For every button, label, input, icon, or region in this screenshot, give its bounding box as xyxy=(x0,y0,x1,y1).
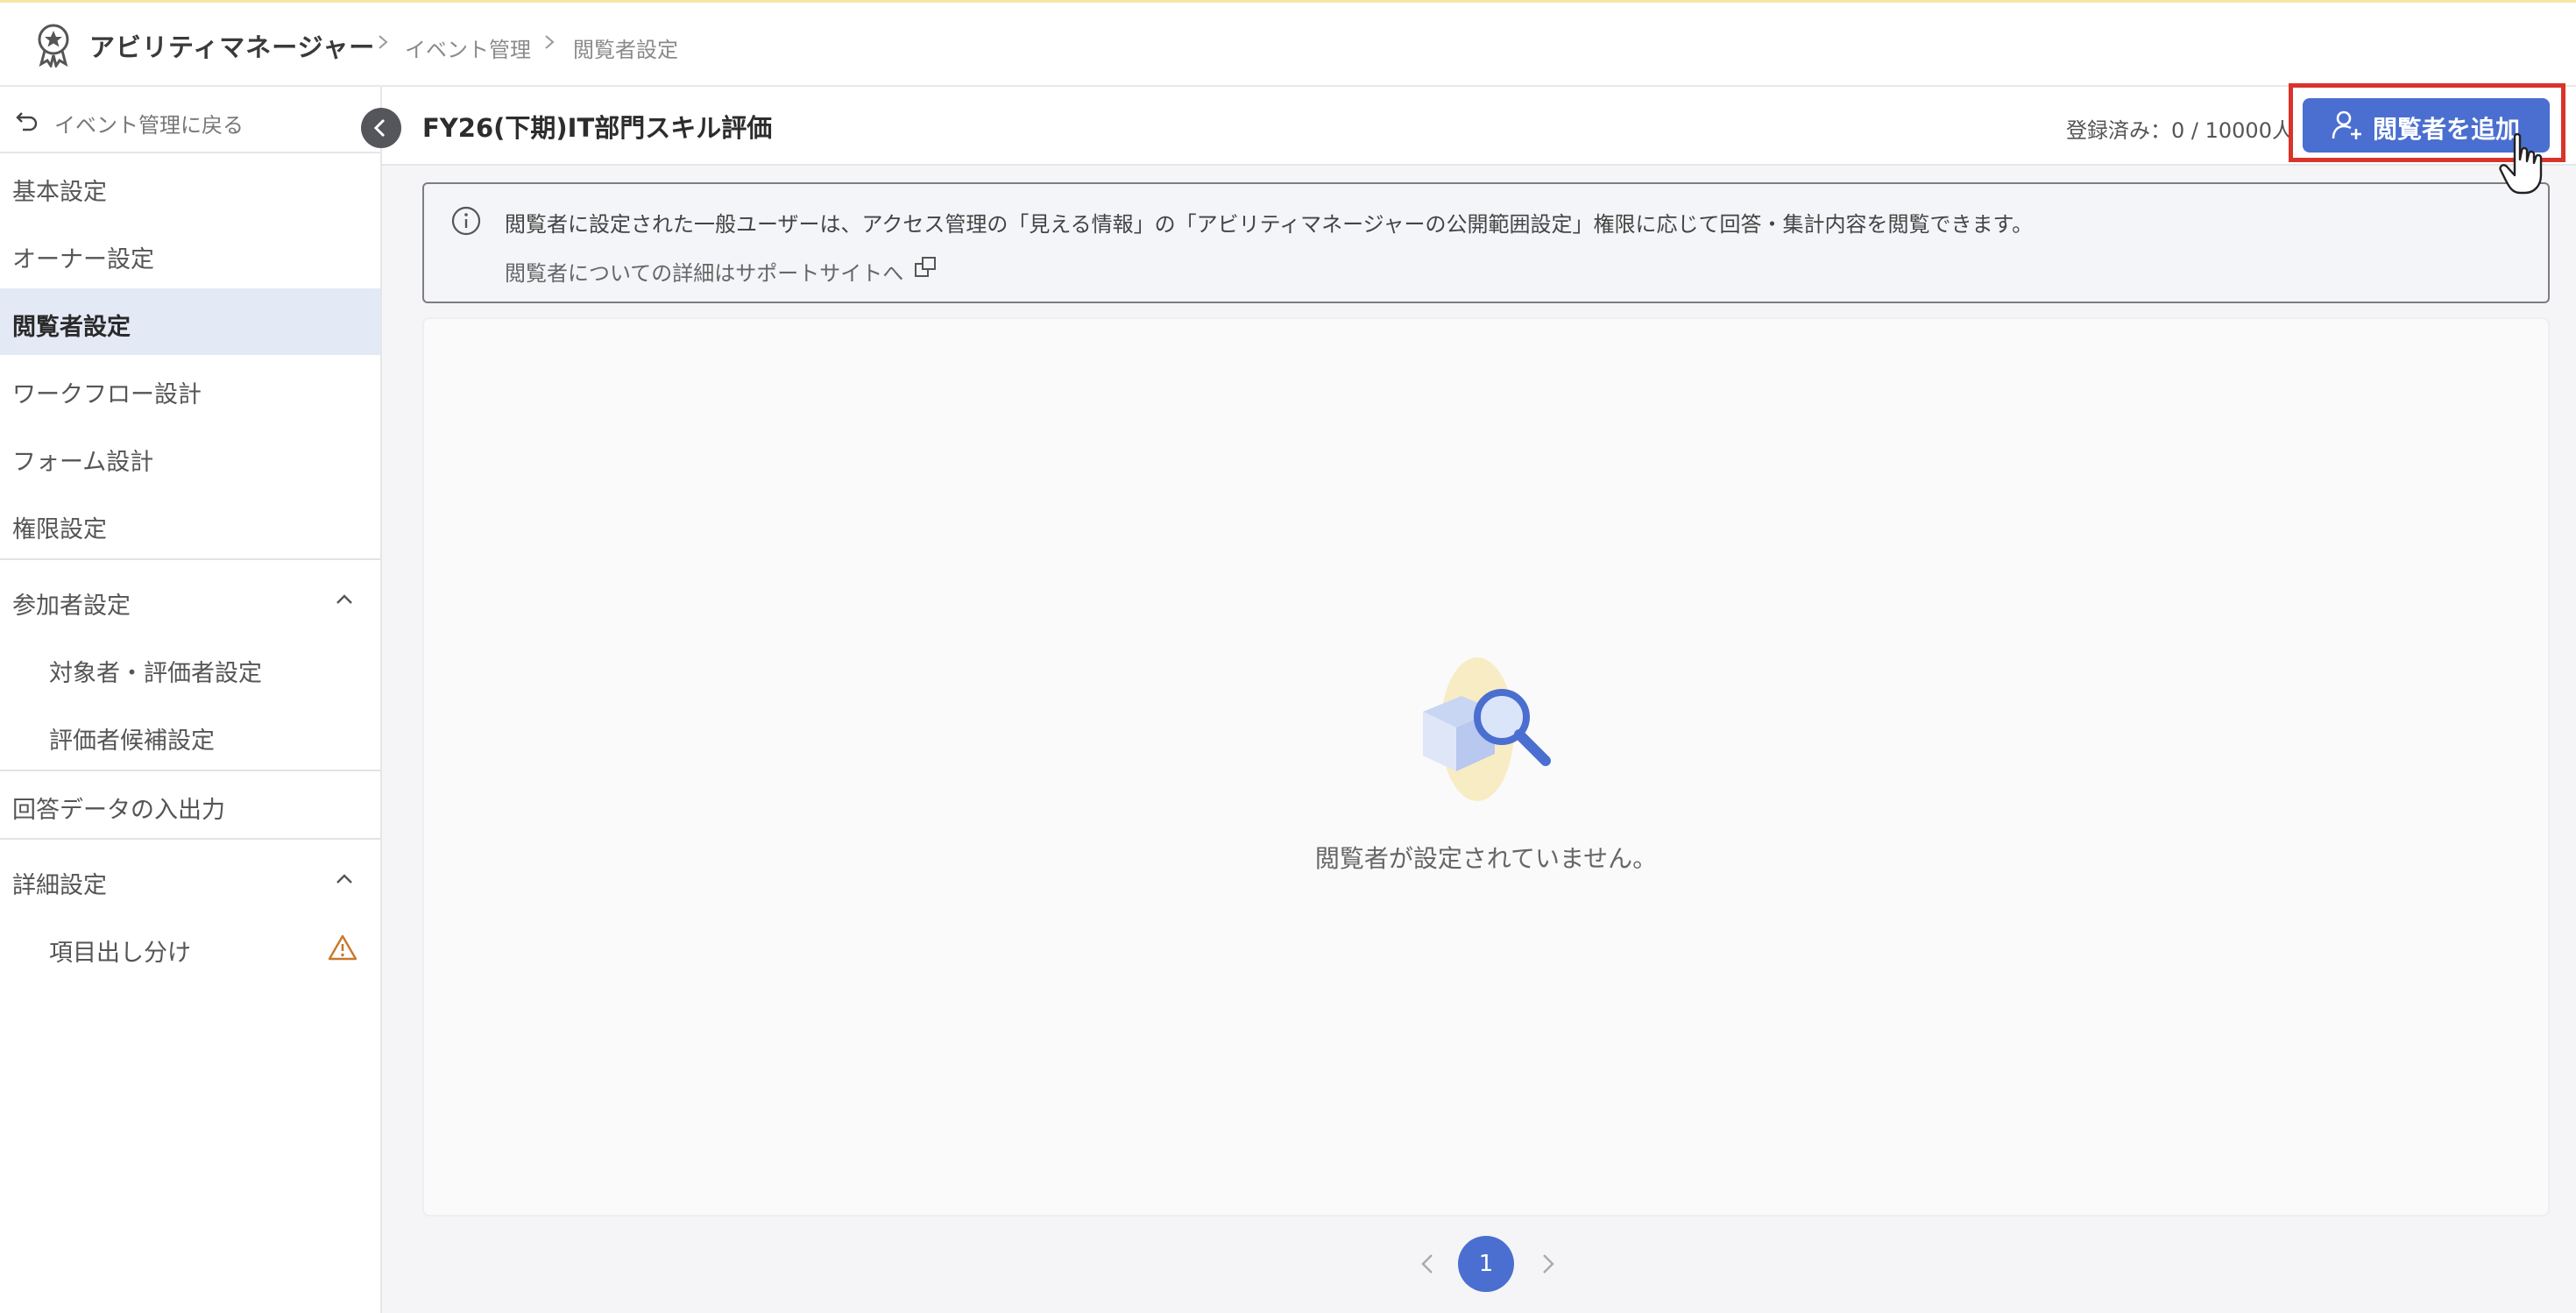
sidebar: イベント管理に戻る 基本設定 オーナー設定 閲覧者設定 ワークフロー設計 フォー… xyxy=(0,87,382,1313)
sidebar-item-form-design[interactable]: フォーム設計 xyxy=(0,423,380,490)
chevron-right-icon xyxy=(545,35,555,49)
sidebar-item-label: 権限設定 xyxy=(12,516,107,543)
sidebar-item-viewer-settings[interactable]: 閲覧者設定 xyxy=(0,288,380,355)
sidebar-item-data-import-export[interactable]: 回答データの入出力 xyxy=(0,771,380,838)
external-link-icon[interactable] xyxy=(913,254,939,280)
chevron-left-icon xyxy=(373,118,386,138)
sidebar-group-advanced-settings[interactable]: 詳細設定 xyxy=(0,847,380,913)
sidebar-item-workflow-design[interactable]: ワークフロー設計 xyxy=(0,356,380,422)
back-to-event-management[interactable]: イベント管理に戻る xyxy=(0,87,380,153)
app-name[interactable]: アビリティマネージャー xyxy=(89,27,375,64)
info-text: 閲覧者に設定された一般ユーザーは、アクセス管理の「見える情報」の「アビリティマネ… xyxy=(505,212,2034,237)
info-icon xyxy=(451,206,481,236)
sidebar-divider xyxy=(0,558,380,560)
sidebar-item-label: 回答データの入出力 xyxy=(12,797,225,824)
sidebar-item-label: 閲覧者設定 xyxy=(12,314,131,341)
sidebar-item-label: 項目出し分け xyxy=(49,940,191,967)
breadcrumb-event-management[interactable]: イベント管理 xyxy=(405,32,531,63)
empty-search-illustration xyxy=(1423,657,1551,801)
chevron-up-icon xyxy=(336,594,352,604)
sidebar-group-label: 詳細設定 xyxy=(12,872,107,899)
viewer-list-panel: 閲覧者が設定されていません。 xyxy=(422,317,2550,1217)
sidebar-item-label: 対象者・評価者設定 xyxy=(49,660,262,687)
award-badge-icon[interactable] xyxy=(33,22,74,67)
sidebar-group-participants[interactable]: 参加者設定 xyxy=(0,567,380,634)
pagination-prev-icon[interactable] xyxy=(1412,1248,1444,1280)
sidebar-group-label: 参加者設定 xyxy=(12,593,131,620)
global-header: アビリティマネージャー イベント管理 閲覧者設定 xyxy=(0,3,2576,87)
sidebar-item-label: 評価者候補設定 xyxy=(49,727,215,755)
sidebar-item-evaluator-candidate-settings[interactable]: 評価者候補設定 xyxy=(0,702,380,769)
sidebar-item-owner-settings[interactable]: オーナー設定 xyxy=(0,221,380,287)
warning-icon xyxy=(328,934,357,961)
sidebar-item-label: ワークフロー設計 xyxy=(12,381,202,408)
pagination-page-current[interactable]: 1 xyxy=(1458,1236,1514,1292)
pagination-next-icon[interactable] xyxy=(1532,1248,1563,1280)
undo-arrow-icon xyxy=(16,112,38,131)
sidebar-item-label: フォーム設計 xyxy=(12,449,154,476)
breadcrumb-current: 閲覧者設定 xyxy=(573,38,678,62)
chevron-right-icon xyxy=(379,35,388,49)
empty-message: 閲覧者が設定されていません。 xyxy=(1314,844,1658,873)
sidebar-collapse-button[interactable] xyxy=(361,108,401,148)
support-site-link[interactable]: 閲覧者についての詳細はサポートサイトへ xyxy=(505,256,903,287)
back-label: イベント管理に戻る xyxy=(54,113,244,138)
sidebar-item-basic-settings[interactable]: 基本設定 xyxy=(0,153,380,220)
hand-pointer-cursor-icon xyxy=(2499,132,2543,195)
info-banner: 閲覧者に設定された一般ユーザーは、アクセス管理の「見える情報」の「アビリティマネ… xyxy=(422,182,2550,303)
chevron-up-icon xyxy=(336,874,352,884)
sidebar-item-target-evaluator-settings[interactable]: 対象者・評価者設定 xyxy=(0,635,380,701)
sidebar-divider xyxy=(0,838,380,840)
sidebar-item-label: オーナー設定 xyxy=(12,246,154,273)
sidebar-item-label: 基本設定 xyxy=(12,179,107,206)
sidebar-item-permission-settings[interactable]: 権限設定 xyxy=(0,491,380,557)
sidebar-item-conditional-fields[interactable]: 項目出し分け xyxy=(0,914,380,981)
event-title: FY26(下期)IT部門スキル評価 xyxy=(422,113,773,143)
content-header: FY26(下期)IT部門スキル評価 登録済み：0 / 10000人 xyxy=(382,87,2576,166)
registered-count: 登録済み：0 / 10000人 xyxy=(2066,118,2293,143)
